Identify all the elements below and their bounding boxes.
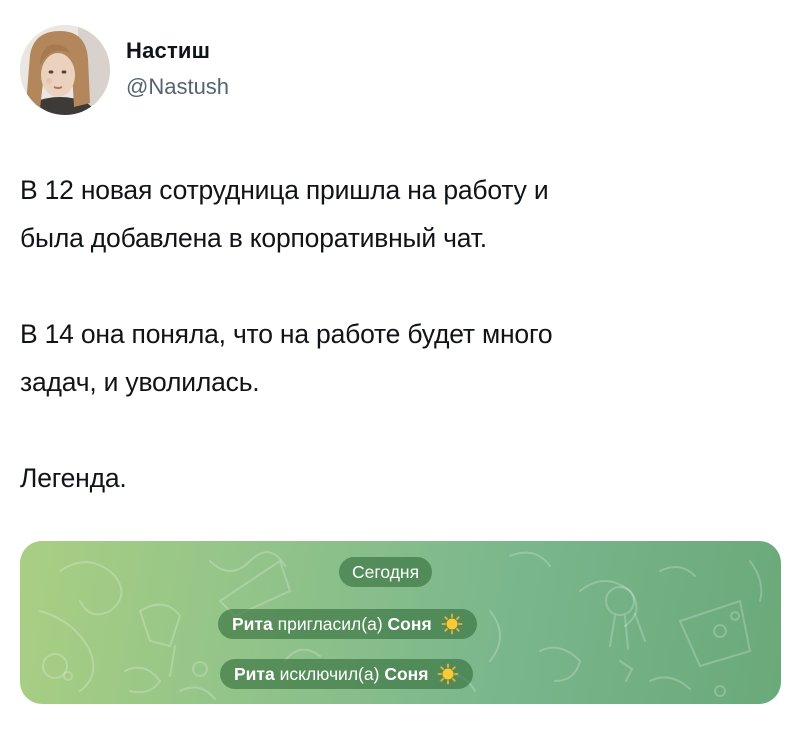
avatar-photo: [20, 25, 110, 115]
action-text: пригласил(а): [277, 614, 383, 634]
tweet-line: задач, и уволилась.: [20, 367, 260, 397]
service-message-remove: Рита исключил(а) Соня: [220, 659, 474, 689]
tweet-line: В 12 новая сотрудница пришла на работу и: [20, 175, 549, 205]
date-separator: Сегодня: [339, 557, 433, 587]
tweet-text: В 12 новая сотрудница пришла на работу и…: [20, 166, 780, 502]
avatar[interactable]: [20, 25, 110, 115]
tweet-line: В 14 она поняла, что на работе будет мно…: [20, 319, 553, 349]
sun-icon: [441, 613, 462, 635]
sun-icon: [437, 663, 459, 685]
target-name[interactable]: Соня: [388, 614, 432, 634]
chat-screenshot-image[interactable]: Сегодня Рита пригласил(а) Соня Рита искл…: [20, 541, 781, 704]
target-name[interactable]: Соня: [384, 664, 428, 684]
actor-name[interactable]: Рита: [232, 614, 273, 634]
tweet-line: была добавлена в корпоративный чат.: [20, 223, 487, 253]
service-message-invite: Рита пригласил(а) Соня: [218, 609, 477, 639]
user-handle[interactable]: @Nastush: [126, 74, 229, 100]
tweet-line: Легенда.: [20, 463, 127, 493]
actor-name[interactable]: Рита: [234, 664, 275, 684]
action-text: исключил(а): [279, 664, 380, 684]
display-name[interactable]: Настиш: [126, 38, 210, 64]
